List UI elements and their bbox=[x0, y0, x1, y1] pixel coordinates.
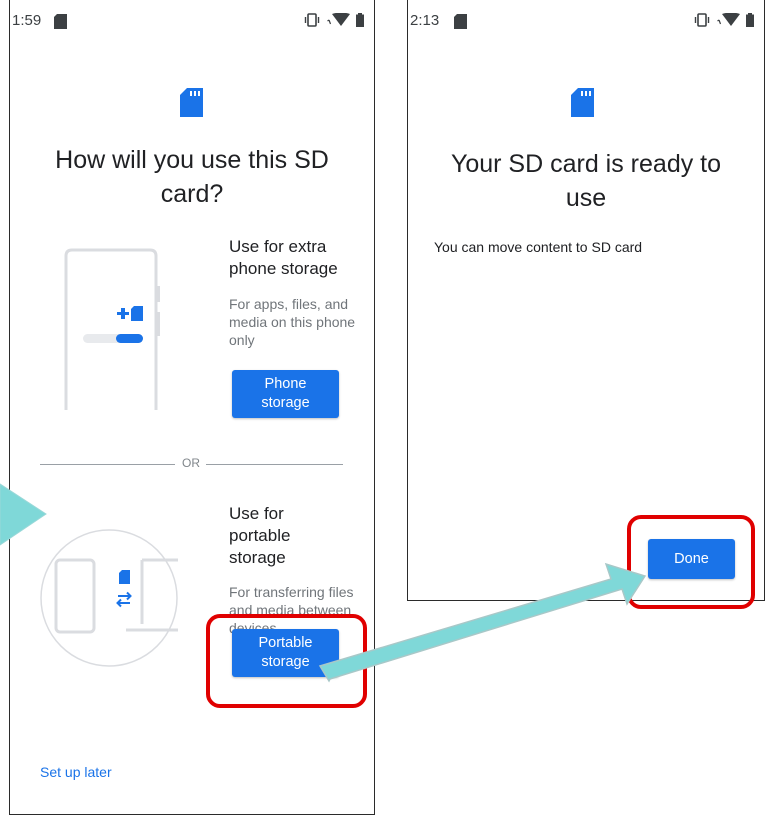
ready-message: You can move content to SD card bbox=[434, 239, 643, 255]
vibrate-icon bbox=[694, 13, 710, 31]
option-portable-title: Use for portable storage bbox=[229, 504, 291, 567]
battery-icon bbox=[356, 13, 364, 31]
sd-card-icon bbox=[571, 88, 594, 117]
phone-storage-button[interactable]: Phone storage bbox=[232, 370, 339, 418]
page-title: Your SD card is ready to use bbox=[450, 150, 722, 212]
set-up-later-link[interactable]: Set up later bbox=[40, 764, 112, 780]
status-time: 1:59 bbox=[12, 12, 42, 29]
sd-card-status-icon bbox=[54, 14, 67, 33]
divider-left bbox=[40, 464, 175, 465]
portable-storage-illustration bbox=[40, 529, 178, 667]
phone-storage-button-label: Phone storage bbox=[261, 376, 310, 411]
sd-card-icon bbox=[180, 88, 203, 117]
status-bar: 2:13 bbox=[408, 12, 764, 32]
page-title: How will you use this SD card? bbox=[55, 146, 329, 208]
status-bar: 1:59 bbox=[10, 12, 374, 32]
divider-or-label: OR bbox=[182, 456, 200, 470]
divider-right bbox=[206, 464, 343, 465]
wifi-icon bbox=[716, 12, 740, 31]
setup-screen-ready: 2:13 Your SD card is ready to use You ca… bbox=[407, 0, 765, 601]
sd-card-status-icon bbox=[454, 14, 467, 33]
option-phone-title: Use for extra phone storage bbox=[229, 237, 338, 278]
status-icons bbox=[694, 12, 754, 31]
battery-icon bbox=[746, 13, 754, 31]
highlight-done bbox=[627, 515, 755, 609]
phone-storage-illustration bbox=[64, 248, 160, 410]
highlight-portable-storage bbox=[206, 614, 367, 708]
wifi-icon bbox=[326, 12, 350, 31]
status-icons bbox=[304, 12, 364, 31]
vibrate-icon bbox=[304, 13, 320, 31]
option-phone-description: For apps, files, and media on this phone… bbox=[229, 296, 356, 348]
status-time: 2:13 bbox=[410, 12, 440, 29]
